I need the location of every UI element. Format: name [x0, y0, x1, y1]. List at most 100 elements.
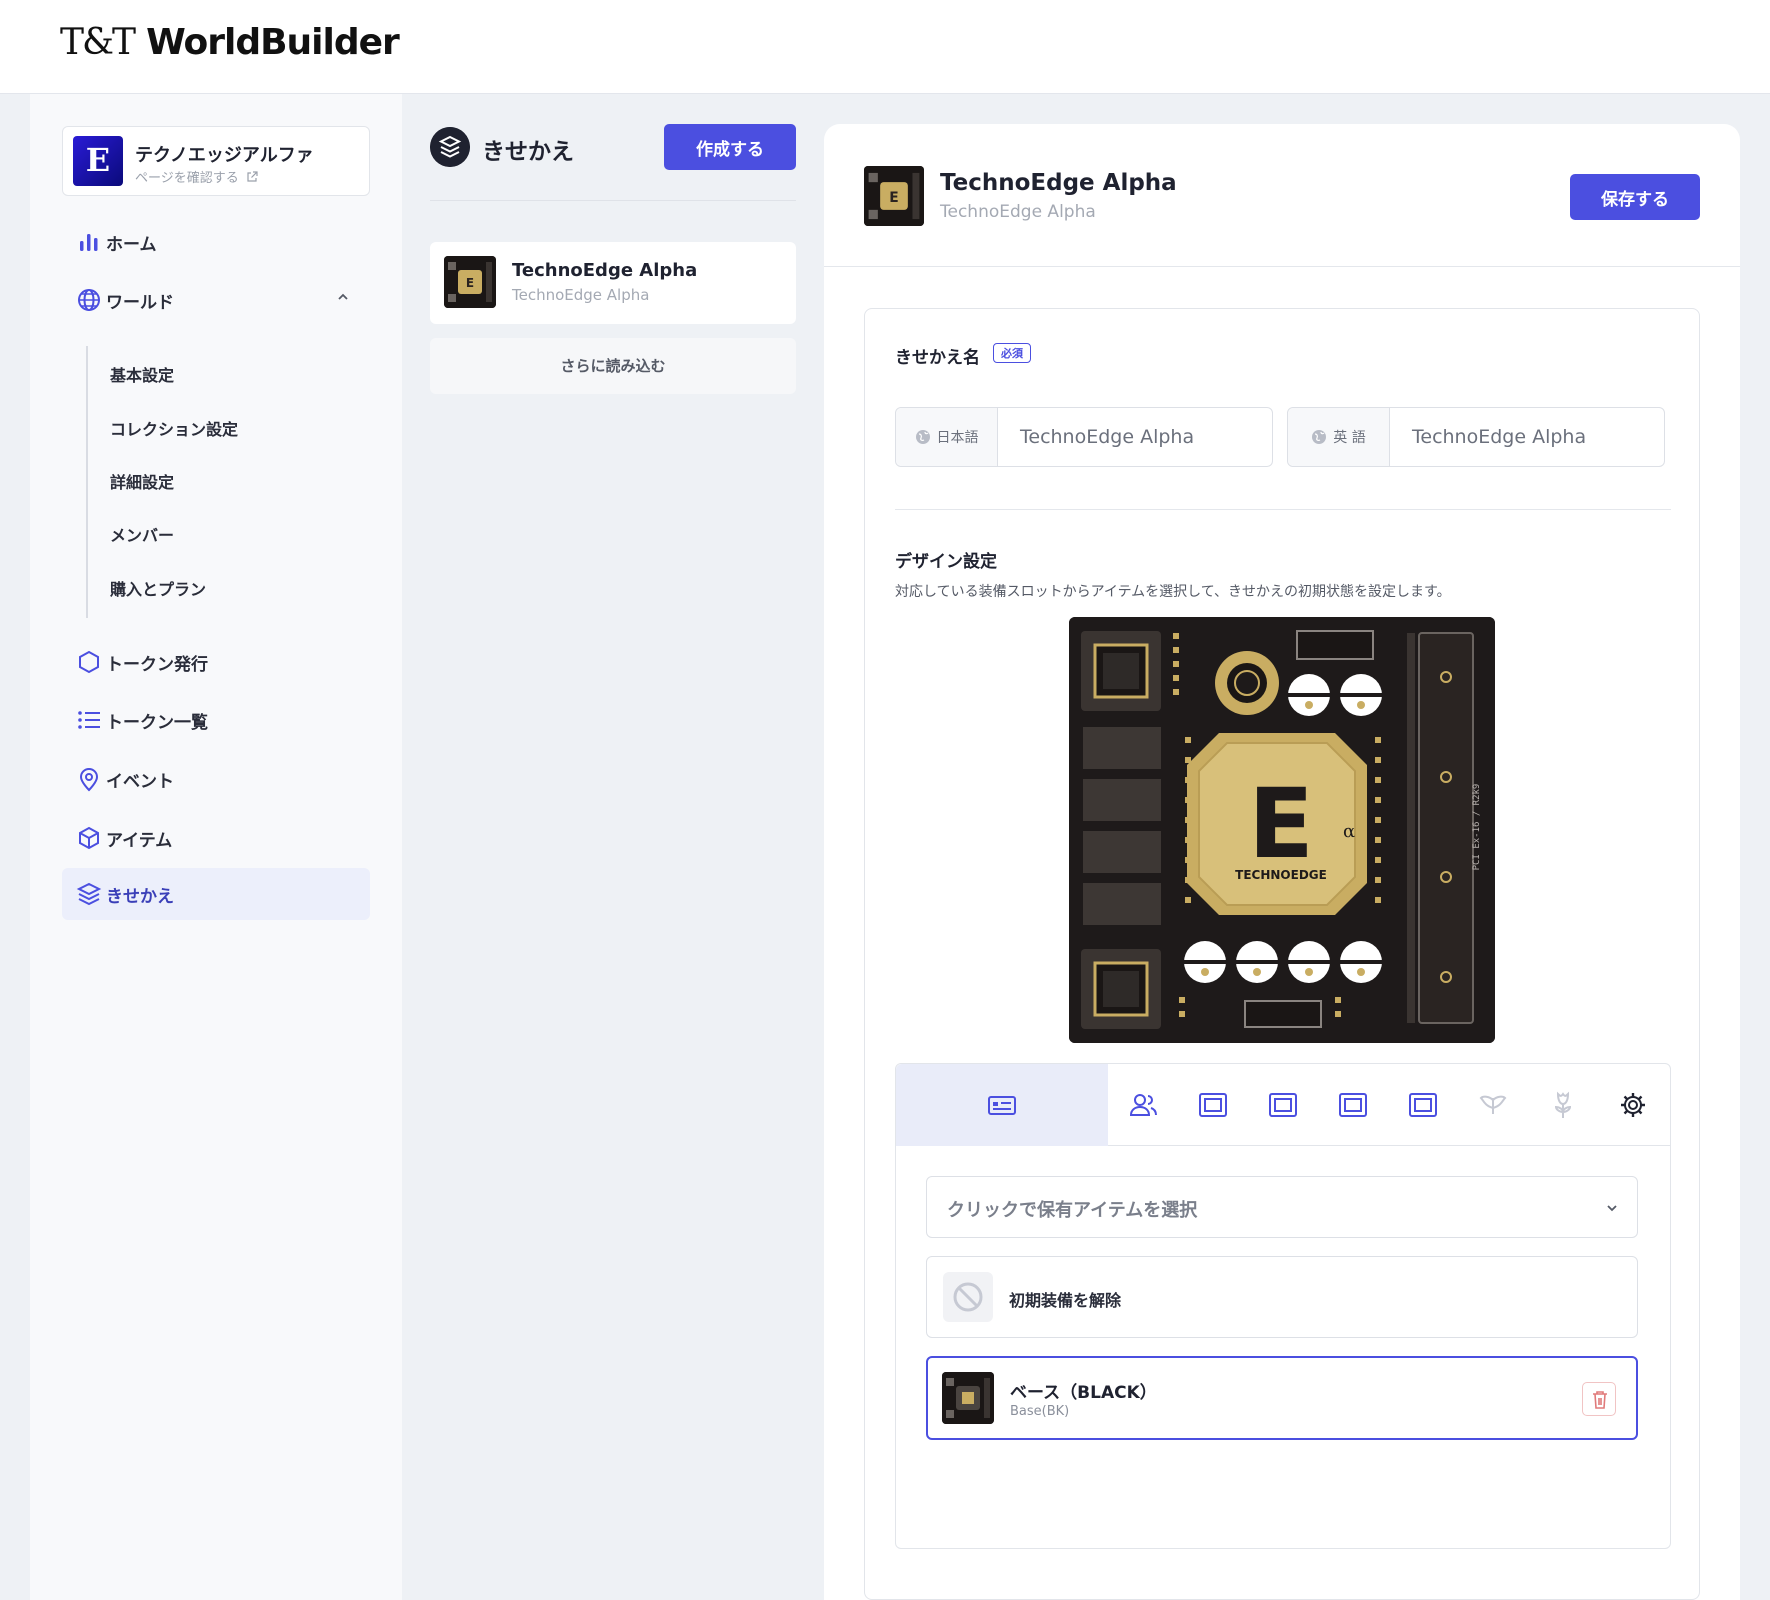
editor-subtitle: TechnoEdge Alpha	[940, 202, 1096, 222]
nav-token-list[interactable]: トークン一覧	[62, 694, 370, 746]
lang-ja-label-box: 日本語	[896, 408, 998, 466]
nav-world-basic[interactable]: 基本設定	[110, 362, 174, 386]
load-more-button[interactable]: さらに読み込む	[430, 338, 796, 394]
nav-item[interactable]: アイテム	[62, 812, 370, 864]
editor-title: TechnoEdge Alpha	[940, 170, 1177, 196]
logo-prefix: T&T	[60, 22, 136, 63]
nav-event[interactable]: イベント	[62, 753, 370, 805]
board-alpha: α	[1343, 821, 1355, 842]
lang-ja-label: 日本語	[936, 430, 979, 446]
globe-icon	[78, 289, 100, 311]
flower-icon[interactable]	[1548, 1090, 1578, 1120]
org-page-link[interactable]: ページを確認する	[135, 167, 258, 186]
frame-icon[interactable]	[1408, 1090, 1438, 1120]
id-card-icon[interactable]	[987, 1090, 1017, 1120]
board-brand: TECHNOEDGE	[1235, 868, 1327, 882]
form-card: きせかえ名 必須 日本語 TechnoEdge Alpha 英 語 Techno…	[864, 308, 1700, 1600]
item-select-placeholder: クリックで保有アイテムを選択	[947, 1200, 1198, 1221]
nav-world-members[interactable]: メンバー	[110, 522, 174, 546]
users-icon[interactable]	[1128, 1090, 1158, 1120]
equipped-item-subtitle: Base(BK)	[1010, 1404, 1070, 1419]
name-section-title: きせかえ名	[895, 348, 980, 368]
external-link-icon	[247, 171, 258, 182]
lang-en-label: 英 語	[1333, 430, 1366, 446]
nav-home[interactable]: ホーム	[62, 216, 370, 268]
submenu-rail	[86, 346, 88, 618]
nav-token-list-label: トークン一覧	[106, 712, 208, 733]
wings-icon[interactable]	[1478, 1090, 1508, 1120]
equipped-item[interactable]: ベース（BLACK） Base(BK)	[926, 1356, 1638, 1440]
app-logo[interactable]: T&T WorldBuilder	[60, 22, 400, 63]
name-ja-value: TechnoEdge Alpha	[1020, 426, 1195, 448]
logo-name: WorldBuilder	[146, 22, 400, 63]
layers-icon	[76, 882, 102, 906]
globe-icon	[915, 430, 930, 444]
save-button[interactable]: 保存する	[1570, 174, 1700, 220]
nav-world-collection[interactable]: コレクション設定	[110, 416, 238, 440]
frame-icon[interactable]	[1268, 1090, 1298, 1120]
svg-text:E: E	[466, 276, 474, 290]
form-divider	[895, 509, 1671, 510]
cube-icon	[79, 826, 99, 850]
name-en-value: TechnoEdge Alpha	[1412, 426, 1587, 448]
nav-world-label: ワールド	[106, 292, 174, 313]
bar-chart-icon	[80, 234, 98, 251]
org-name: テクノエッジアルファ	[135, 145, 314, 166]
create-button[interactable]: 作成する	[664, 124, 796, 170]
equipped-item-name: ベース（BLACK）	[1010, 1383, 1157, 1403]
item-select[interactable]: クリックで保有アイテムを選択	[926, 1176, 1638, 1238]
list-title: きせかえ	[482, 139, 574, 165]
nav-world-plan[interactable]: 購入とプラン	[110, 576, 206, 600]
map-pin-icon	[79, 768, 99, 792]
nav-token-issue[interactable]: トークン発行	[62, 636, 370, 688]
list-divider	[430, 200, 796, 201]
list-item[interactable]: E TechnoEdge Alpha TechnoEdge Alpha	[430, 242, 796, 324]
unequip-icon-box	[943, 1272, 993, 1322]
lang-en-label-box: 英 語	[1288, 408, 1390, 466]
item-thumbnail: E	[444, 256, 496, 308]
gear-icon[interactable]	[1618, 1090, 1648, 1120]
list-icon	[78, 711, 100, 729]
sidebar: E テクノエッジアルファ ページを確認する ホーム ワールド 基本設定 コレクシ…	[30, 94, 402, 1600]
frame-icon[interactable]	[1198, 1090, 1228, 1120]
nav-kisekae[interactable]: きせかえ	[62, 868, 370, 920]
name-ja-field[interactable]: 日本語 TechnoEdge Alpha	[895, 407, 1273, 467]
prohibited-icon	[953, 1282, 983, 1312]
board-letter: E	[1248, 768, 1314, 880]
org-card[interactable]: E テクノエッジアルファ ページを確認する	[62, 126, 370, 196]
item-subtitle: TechnoEdge Alpha	[512, 286, 650, 304]
top-bar: T&T WorldBuilder	[0, 0, 1770, 94]
slot-panel: クリックで保有アイテムを選択 初期装備を解除 ベース（BLACK） Base(B…	[895, 1063, 1671, 1549]
item-title: TechnoEdge Alpha	[512, 260, 698, 281]
design-section-title: デザイン設定	[895, 552, 997, 572]
kisekae-preview: E α TECHNOEDGE PCI Ex-16 / R2k9	[1069, 617, 1495, 1043]
required-badge: 必須	[993, 343, 1031, 363]
hexagon-icon	[79, 650, 99, 674]
frame-icon[interactable]	[1338, 1090, 1368, 1120]
nav-kisekae-label: きせかえ	[106, 886, 174, 907]
remove-equipped-button[interactable]	[1582, 1382, 1616, 1416]
chevron-up-icon[interactable]	[336, 290, 350, 304]
svg-text:E: E	[889, 190, 898, 206]
slot-tabs	[896, 1064, 1670, 1146]
name-en-field[interactable]: 英 語 TechnoEdge Alpha	[1287, 407, 1665, 467]
org-page-link-label: ページを確認する	[135, 171, 239, 186]
nav-token-issue-label: トークン発行	[106, 654, 208, 675]
unequip-option[interactable]: 初期装備を解除	[926, 1256, 1638, 1338]
nav-event-label: イベント	[106, 771, 174, 792]
nav-world-detail[interactable]: 詳細設定	[110, 469, 174, 493]
nav-home-label: ホーム	[106, 234, 157, 255]
nav-world[interactable]: ワールド	[62, 274, 370, 326]
unequip-label: 初期装備を解除	[1009, 1291, 1122, 1310]
trash-icon	[1593, 1391, 1607, 1409]
layers-icon	[430, 127, 470, 167]
board-side-text: PCI Ex-16 / R2k9	[1472, 784, 1482, 871]
design-description: 対応している装備スロットからアイテムを選択して、きせかえの初期状態を設定します。	[895, 584, 1451, 600]
editor-panel: E TechnoEdge Alpha TechnoEdge Alpha 保存する…	[824, 124, 1740, 1600]
chevron-down-icon	[1607, 1205, 1617, 1212]
header-divider	[824, 266, 1740, 267]
globe-icon	[1312, 430, 1327, 444]
equipped-thumbnail	[942, 1372, 994, 1424]
kisekae-list-panel: きせかえ 作成する E TechnoEdge Alpha TechnoEdge …	[402, 94, 824, 1600]
org-logo: E	[73, 136, 123, 186]
